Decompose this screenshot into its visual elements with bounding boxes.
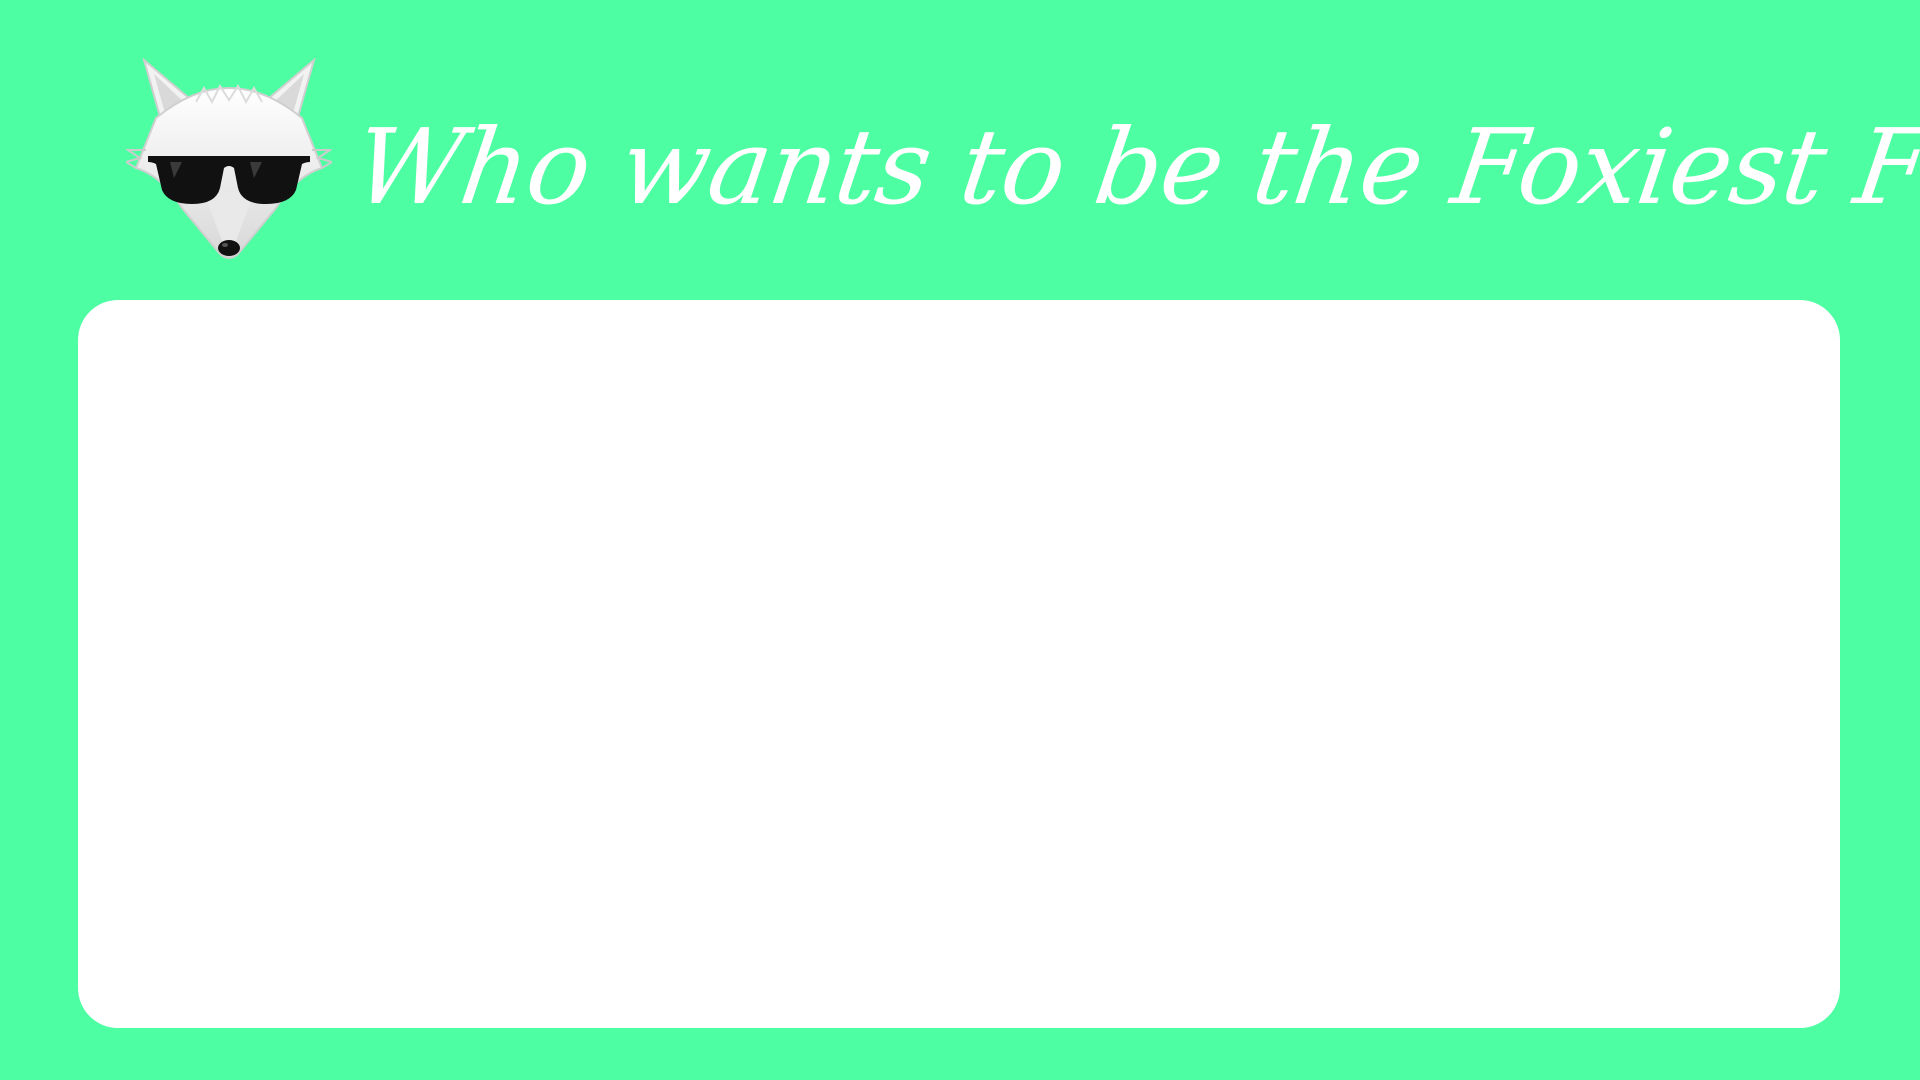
content-panel [78,300,1840,1028]
page-title: Who wants to be the Foxiest Fox? [347,106,1920,228]
fox-with-sunglasses-icon [123,57,335,264]
header: Who wants to be the Foxiest Fox? [0,0,1920,290]
